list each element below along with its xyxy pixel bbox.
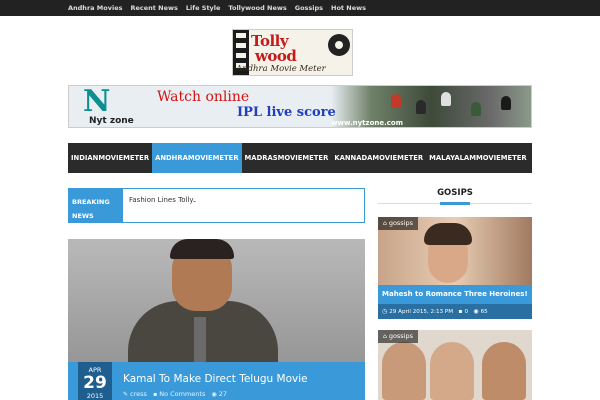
featured-comments[interactable]: No Comments [159,390,205,398]
banner-line2: IPL live score [237,105,336,120]
breaking-news-text[interactable]: Fashion Lines Tollyـ [129,196,196,204]
featured-meta: ✎ cress ▪ No Comments ◉ 27 [123,390,227,398]
featured-views: 27 [218,390,228,398]
home-icon: ⌂ [383,333,387,340]
topnav-hot-news[interactable]: Hot News [331,0,374,16]
clock-icon: ◷ [382,308,388,315]
topnav-andhra-movies[interactable]: Andhra Movies [68,0,130,16]
topnav-gossips[interactable]: Gossips [295,0,331,16]
sidebar-post-date: 29 April 2015, 2:13 PM [389,309,454,315]
banner-url: www.nytzone.com [331,119,404,127]
sidebar-post-image [382,342,426,400]
top-nav: Andhra Movies Recent News Life Style Tol… [68,0,374,16]
featured-title[interactable]: Kamal To Make Direct Telugu Movie [123,373,308,385]
home-icon: ⌂ [383,220,387,227]
breaking-news-label: BREAKING NEWS [69,189,123,222]
eye-icon: ◉ [211,391,217,398]
nav-nytzone[interactable]: NYTZONE [530,143,572,173]
pencil-icon: ✎ [123,391,129,398]
featured-post[interactable]: APR 29 2015 Kamal To Make Direct Telugu … [68,239,365,400]
sidebar-post-views: 65 [480,309,488,315]
banner-line1: Watch online [157,89,250,105]
nav-kannadamoviemeter[interactable]: KANNADAMOVIEMETER [331,143,426,173]
nav-madrasmoviemeter[interactable]: MADRASMOVIEMETER [242,143,332,173]
logo-text-line2: wood [255,47,297,65]
eye-icon: ◉ [473,308,479,315]
main-nav: INDIANMOVIEMETER ANDHRAMOVIEMETER MADRAS… [68,143,569,173]
nav-indianmoviemeter[interactable]: INDIANMOVIEMETER [68,143,152,173]
sidebar-post-title[interactable]: Mahesh to Romance Three Heroines! [378,285,532,304]
sidebar-post-meta: ◷ 29 April 2015, 2:13 PM ▪ 0 ◉ 65 [378,304,532,319]
featured-date-badge: APR 29 2015 [78,362,112,400]
topnav-recent-news[interactable]: Recent News [130,0,185,16]
category-label: gossips [388,332,414,340]
sidebar-post-card[interactable]: ⌂ gossips [378,330,532,400]
banner-brand: Nyt zone [89,116,134,126]
date-day: 29 [83,373,107,393]
film-reel-icon [328,34,350,56]
nav-andhramoviemeter[interactable]: ANDHRAMOVIEMETER [152,143,242,173]
site-logo[interactable]: Tolly wood Andhra Movie Meter [232,29,353,76]
date-year: 2015 [86,392,104,400]
category-label: gossips [388,219,414,227]
nav-malayalammoviemeter[interactable]: MALAYALAMMOVIEMETER [426,143,530,173]
sidebar-heading: GOSIPS [437,188,473,198]
category-tag[interactable]: ⌂ gossips [378,217,419,230]
nytzone-logo: N [83,85,111,119]
breaking-news-ticker: BREAKING NEWS Fashion Lines Tollyـ [68,188,365,223]
sidebar-heading-divider [378,202,532,205]
comment-icon: ▪ [458,308,463,315]
topnav-tollywood-news[interactable]: Tollywood News [228,0,294,16]
featured-author[interactable]: cress [130,390,147,398]
top-bar: Andhra Movies Recent News Life Style Tol… [0,0,600,16]
ad-banner[interactable]: N Nyt zone Watch online IPL live score w… [68,85,532,128]
topnav-life-style[interactable]: Life Style [186,0,229,16]
category-tag[interactable]: ⌂ gossips [378,330,419,343]
comment-icon: ▪ [153,391,158,398]
sidebar-post-card[interactable]: ⌂ gossips Mahesh to Romance Three Heroine… [378,217,532,321]
logo-tagline: Andhra Movie Meter [236,64,326,74]
sidebar-post-comments[interactable]: 0 [464,309,468,315]
